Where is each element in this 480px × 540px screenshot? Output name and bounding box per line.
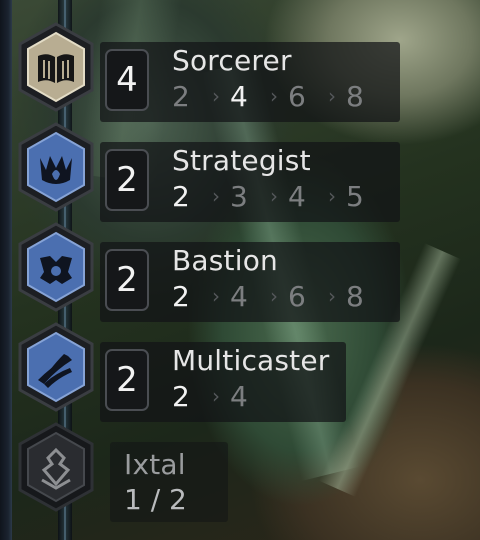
trait-bastion[interactable]: 2 Bastion 2 › 4 › 6 › 8	[10, 222, 410, 322]
trait-breakpoints: 2 › 4 › 6 › 8	[172, 280, 376, 313]
trait-breakpoints: 2 › 4	[172, 380, 260, 413]
trait-breakpoints: 2 › 3 › 4 › 5	[172, 180, 376, 213]
trait-name: Sorcerer	[172, 44, 292, 77]
breakpoint-separator: ›	[212, 284, 220, 308]
breakpoint-separator: ›	[270, 84, 278, 108]
trait-name: Ixtal	[124, 448, 186, 481]
breakpoint: 6	[288, 80, 306, 113]
breakpoint-separator: ›	[328, 184, 336, 208]
trait-progress: 1 / 2	[124, 483, 187, 516]
trait-breakpoints: 2 › 4 › 6 › 8	[172, 80, 376, 113]
trait-unit-count: 4	[105, 49, 149, 111]
trait-sorcerer[interactable]: 4 Sorcerer 2 › 4 › 6 › 8	[10, 22, 410, 122]
breakpoint: 4	[230, 80, 248, 113]
breakpoint-separator: ›	[270, 284, 278, 308]
breakpoint: 4	[230, 280, 248, 313]
crown-flame-icon	[18, 122, 94, 212]
trait-strategist[interactable]: 2 Strategist 2 › 3 › 4 › 5	[10, 122, 410, 222]
trait-name: Multicaster	[172, 344, 330, 377]
breakpoint: 2	[172, 280, 190, 313]
trait-name: Bastion	[172, 244, 278, 277]
trait-unit-count: 2	[105, 349, 149, 411]
breakpoint: 2	[172, 80, 190, 113]
breakpoint: 5	[346, 180, 364, 213]
breakpoint-separator: ›	[212, 184, 220, 208]
breakpoint: 6	[288, 280, 306, 313]
trait-unit-count: 2	[105, 149, 149, 211]
trait-unit-count: 2	[105, 249, 149, 311]
trait-ixtal[interactable]: Ixtal 1 / 2	[10, 422, 410, 522]
breakpoint-separator: ›	[270, 184, 278, 208]
breakpoint-separator: ›	[328, 84, 336, 108]
breakpoint: 8	[346, 80, 364, 113]
breakpoint: 4	[288, 180, 306, 213]
breakpoint: 2	[172, 380, 190, 413]
breakpoint: 4	[230, 380, 248, 413]
trait-name: Strategist	[172, 144, 311, 177]
breakpoint-separator: ›	[328, 284, 336, 308]
open-book-icon	[18, 22, 94, 112]
breakpoint: 2	[172, 180, 190, 213]
breakpoint-separator: ›	[212, 384, 220, 408]
breakpoint: 3	[230, 180, 248, 213]
breakpoint: 8	[346, 280, 364, 313]
shield-crest-icon	[18, 222, 94, 312]
ixtal-emblem-icon	[18, 422, 94, 512]
trait-multicaster[interactable]: 2 Multicaster 2 › 4	[10, 322, 410, 422]
breakpoint-separator: ›	[212, 84, 220, 108]
triple-bolt-icon	[18, 322, 94, 412]
